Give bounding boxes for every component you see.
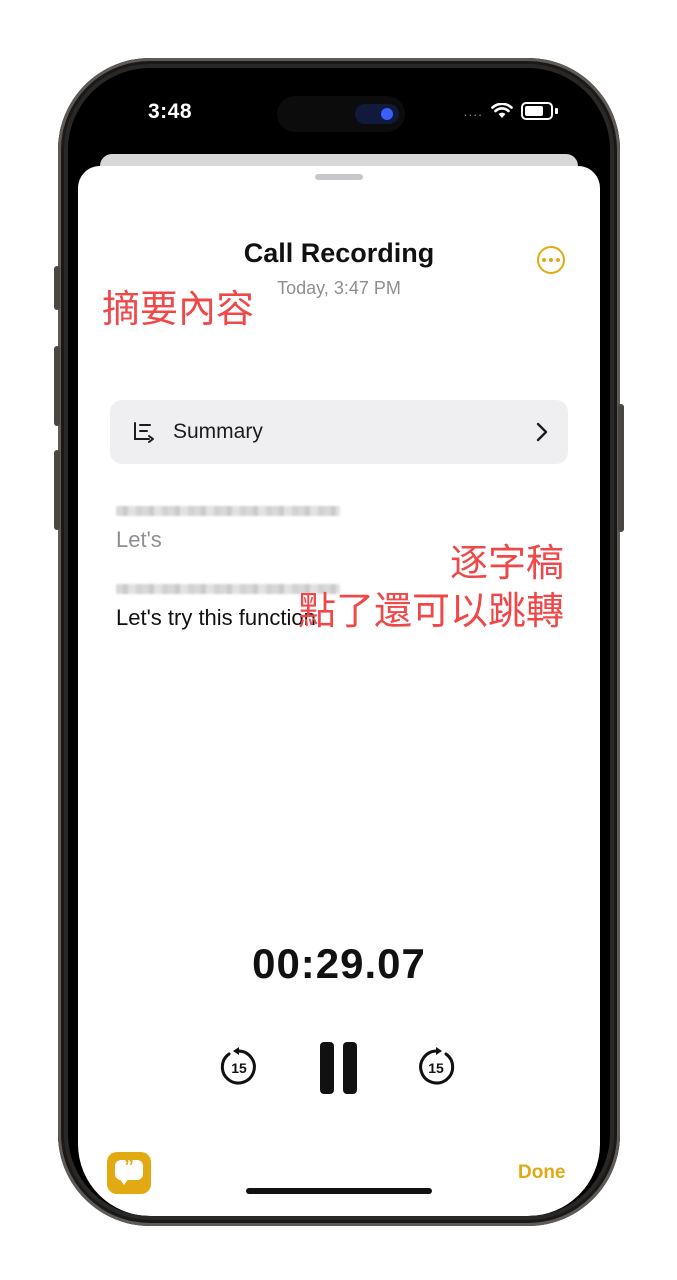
skip-forward-15-icon[interactable]: 15	[415, 1046, 457, 1088]
transcript-annotation: 逐字稿 點了還可以跳轉	[298, 540, 564, 636]
redacted-timestamp	[116, 506, 340, 516]
transcript-line-past[interactable]: Let's	[116, 527, 162, 553]
recording-title: Call Recording	[243, 238, 435, 268]
done-button[interactable]: Done	[518, 1162, 566, 1184]
pause-bar	[343, 1042, 357, 1094]
transcript-annotation-line1: 逐字稿	[449, 543, 564, 585]
volume-down-button	[54, 450, 60, 530]
more-dot	[556, 258, 560, 262]
summary-label: Summary	[173, 420, 263, 443]
transcript-quote-icon[interactable]: ”	[107, 1152, 151, 1194]
status-bar: 3:48 ....	[68, 68, 610, 158]
more-icon[interactable]	[537, 246, 565, 274]
volume-up-button	[54, 346, 60, 426]
wifi-icon	[491, 103, 513, 118]
recording-sheet: Call Recording Today, 3:47 PM 摘要內容 Summa…	[78, 166, 600, 1216]
pause-icon[interactable]	[320, 1042, 358, 1094]
power-button	[618, 404, 624, 532]
transcript-line-current[interactable]: Let's try this function	[116, 605, 316, 631]
more-dot	[549, 258, 553, 262]
cellular-signal-icon: ....	[463, 103, 483, 119]
summary-icon	[134, 422, 154, 443]
battery-nub	[555, 108, 558, 114]
action-button	[54, 266, 60, 310]
battery-icon	[521, 102, 553, 120]
chevron-right-icon	[536, 422, 548, 442]
pause-bar	[320, 1042, 334, 1094]
screen: 3:48 .... Call Recording Today, 3:47 PM	[68, 68, 610, 1216]
dynamic-island	[277, 96, 405, 132]
summary-button[interactable]: Summary	[110, 400, 568, 464]
home-indicator[interactable]	[246, 1188, 432, 1194]
skip-back-15-icon[interactable]: 15	[218, 1046, 260, 1088]
status-icons: ....	[463, 102, 558, 120]
summary-annotation: 摘要內容	[102, 289, 255, 331]
sheet-grabber[interactable]	[315, 174, 363, 180]
status-time: 3:48	[148, 100, 193, 123]
elapsed-time: 00:29.07	[252, 940, 426, 987]
call-indicator	[355, 104, 399, 124]
skip-back-seconds: 15	[231, 1060, 247, 1076]
more-dot	[542, 258, 546, 262]
call-indicator-dot	[381, 108, 393, 120]
transcript-annotation-line2: 點了還可以跳轉	[297, 591, 564, 633]
quote-bubble-tail	[119, 1178, 129, 1185]
quote-glyph: ”	[124, 1156, 134, 1178]
skip-forward-seconds: 15	[428, 1060, 444, 1076]
